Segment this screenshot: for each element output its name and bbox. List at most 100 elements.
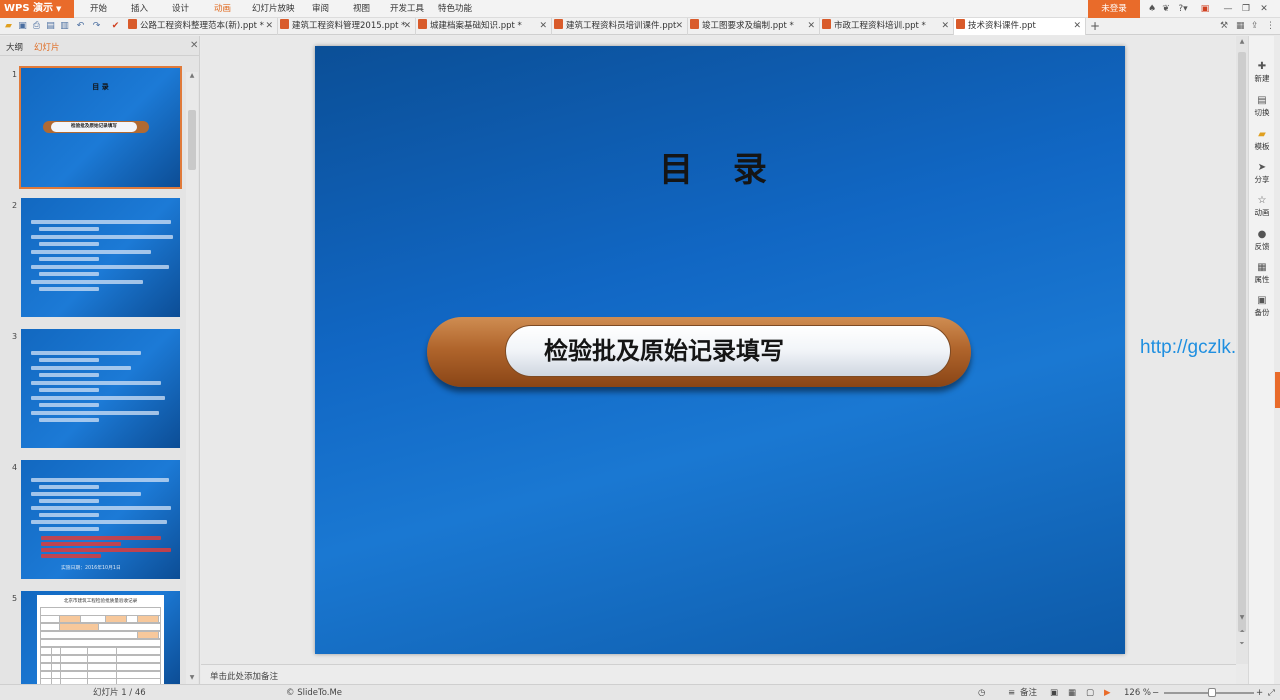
table-cell	[105, 615, 127, 623]
scroll-thumb[interactable]	[1238, 52, 1246, 632]
menu-view[interactable]: 视图	[353, 0, 370, 18]
open-icon[interactable]: ▰	[3, 20, 14, 32]
skin-icon[interactable]: ♠	[1146, 0, 1158, 18]
menu-home[interactable]: 开始	[90, 0, 107, 18]
slide-thumbnail-5[interactable]: 北京市建筑工程检验批质量验收记录	[21, 591, 180, 684]
slide-thumbnail-1[interactable]: 目 录 检验批及原始记录填写	[19, 66, 182, 189]
print-preview-icon[interactable]: ▤	[45, 20, 56, 32]
print-icon[interactable]: ⎙	[31, 20, 42, 32]
text-line	[31, 478, 169, 482]
tab-outline[interactable]: 大纲	[6, 41, 23, 53]
slide-scrollbar[interactable]: ▲ ▼ ⏶ ⏷	[1236, 36, 1248, 664]
timer-icon[interactable]: ◷	[978, 685, 985, 700]
tab-slides[interactable]: 幻灯片	[34, 41, 60, 53]
zoom-slider-thumb[interactable]	[1208, 688, 1216, 697]
tab-close-icon[interactable]: ✕	[539, 18, 547, 35]
tab-doc-5[interactable]: 竣工图要求及编制.ppt * ✕	[688, 18, 820, 35]
save-icon[interactable]: ▣	[17, 20, 28, 32]
share-icon[interactable]: ⇪	[1251, 18, 1259, 35]
scroll-down-icon[interactable]: ▼	[186, 674, 198, 681]
tab-doc-7-active[interactable]: 技术资料课件.ppt ✕	[954, 18, 1086, 35]
toc-pill-button[interactable]: 检验批及原始记录填写	[427, 317, 971, 387]
zoom-value[interactable]: 126 %	[1124, 685, 1151, 700]
tab-close-icon[interactable]: ✕	[941, 18, 949, 35]
sidebar-new-button[interactable]: ✚ 新建	[1249, 60, 1275, 90]
tab-close-icon[interactable]: ✕	[1073, 18, 1081, 35]
panel-close-icon[interactable]: ✕	[190, 40, 198, 51]
slide-title[interactable]: 目 录	[315, 142, 1125, 191]
reading-view-icon[interactable]: ▢	[1086, 685, 1094, 700]
tab-doc-4[interactable]: 建筑工程资料员培训课件.ppt ✕	[552, 18, 688, 35]
sidebar-animation-button[interactable]: ☆ 动画	[1249, 194, 1275, 224]
menu-animation[interactable]: 动画	[214, 0, 231, 18]
table-cell	[137, 615, 159, 623]
menu-design[interactable]: 设计	[172, 0, 189, 18]
notes-placeholder[interactable]: 单击此处添加备注	[210, 670, 278, 682]
thumbnail-scrollbar[interactable]: ▲ ▼	[186, 72, 198, 684]
panel-tabs: 大纲 幻灯片 ✕	[0, 36, 200, 56]
tab-close-icon[interactable]: ✕	[403, 18, 411, 35]
export-icon[interactable]: ▥	[59, 20, 70, 32]
slide-thumbnail-3[interactable]	[21, 329, 180, 448]
menu-insert[interactable]: 插入	[131, 0, 148, 18]
slide-thumbnail-4[interactable]: 实施日期：2016年10月1日	[21, 460, 180, 579]
minimize-icon[interactable]: —	[1222, 0, 1234, 18]
menu-developer[interactable]: 开发工具	[390, 0, 424, 18]
new-tab-icon[interactable]: +	[1090, 18, 1100, 35]
text-line	[31, 506, 171, 510]
tab-close-icon[interactable]: ✕	[675, 18, 683, 35]
speech-bubble-icon: ●	[1257, 229, 1267, 240]
undo-icon[interactable]: ↶	[75, 20, 86, 32]
sidebar-feedback-button[interactable]: ● 反馈	[1249, 228, 1275, 258]
tab-label: 技术资料课件.ppt	[968, 21, 1036, 31]
sidebar-properties-button[interactable]: ▦ 属性	[1249, 261, 1275, 291]
tab-doc-6[interactable]: 市政工程资料培训.ppt * ✕	[820, 18, 954, 35]
more-icon[interactable]: ⋮	[1266, 18, 1275, 35]
tab-close-icon[interactable]: ✕	[807, 18, 815, 35]
sidebar-backup-button[interactable]: ▣ 备份	[1249, 294, 1275, 324]
menu-review[interactable]: 审阅	[312, 0, 329, 18]
help-icon[interactable]: ?▾	[1174, 0, 1192, 18]
settings-icon[interactable]: ▣	[1198, 0, 1212, 18]
notes-icon[interactable]: ≡	[1008, 685, 1015, 700]
sidebar-share-button[interactable]: ➤ 分享	[1249, 161, 1275, 191]
sidebar-switch-button[interactable]: ▤ 切换	[1249, 94, 1275, 124]
fit-window-icon[interactable]: ⤢	[1268, 685, 1275, 700]
scroll-up-icon[interactable]: ▲	[1236, 38, 1248, 45]
notes-pane[interactable]: 单击此处添加备注	[201, 664, 1236, 684]
tab-doc-3[interactable]: 城建档案基础知识.ppt * ✕	[416, 18, 552, 35]
redo-icon[interactable]: ↷	[91, 20, 102, 32]
tab-doc-2[interactable]: 建筑工程资料管理2015.ppt * ✕	[278, 18, 416, 35]
menu-slideshow[interactable]: 幻灯片放映	[252, 0, 295, 18]
next-slide-icon[interactable]: ⏷	[1236, 640, 1248, 648]
sorter-view-icon[interactable]: ▦	[1068, 685, 1076, 700]
slideshow-icon[interactable]: ▶	[1104, 685, 1111, 700]
tab-close-icon[interactable]: ✕	[265, 18, 273, 35]
text-line	[31, 366, 131, 370]
normal-view-icon[interactable]: ▣	[1050, 685, 1058, 700]
zoom-in-icon[interactable]: +	[1256, 685, 1263, 700]
format-painter-icon[interactable]: ✔	[110, 20, 121, 32]
restore-icon[interactable]: ❐	[1240, 0, 1252, 18]
current-slide[interactable]: 目 录 检验批及原始记录填写	[315, 46, 1125, 654]
zoom-out-icon[interactable]: −	[1152, 685, 1159, 700]
sidebar-label: 模板	[1254, 142, 1270, 151]
toc-pill-text[interactable]: 检验批及原始记录填写	[544, 326, 784, 376]
sidebar-template-button[interactable]: ▰ 模板	[1249, 128, 1275, 158]
notes-toggle[interactable]: 备注	[1020, 685, 1037, 700]
scroll-up-icon[interactable]: ▲	[186, 72, 198, 79]
sidebar-collapse-handle[interactable]	[1275, 372, 1280, 408]
menu-special[interactable]: 特色功能	[438, 0, 472, 18]
shirt-icon[interactable]: ❦	[1160, 0, 1172, 18]
tool-icon[interactable]: ⚒	[1220, 18, 1228, 35]
close-icon[interactable]: ✕	[1258, 0, 1270, 18]
slide-thumbnail-2[interactable]	[21, 198, 180, 317]
tab-doc-1[interactable]: 公路工程资料整理范本(新).ppt * ✕	[126, 18, 278, 35]
scroll-thumb[interactable]	[188, 110, 196, 170]
scroll-down-icon[interactable]: ▼	[1236, 614, 1248, 621]
wps-app-menu-button[interactable]: WPS 演示 ▼	[0, 0, 74, 18]
text-line	[39, 403, 99, 407]
login-button[interactable]: 未登录	[1088, 0, 1140, 18]
prev-slide-icon[interactable]: ⏶	[1236, 628, 1248, 636]
doc-icon[interactable]: ▦	[1236, 18, 1245, 35]
